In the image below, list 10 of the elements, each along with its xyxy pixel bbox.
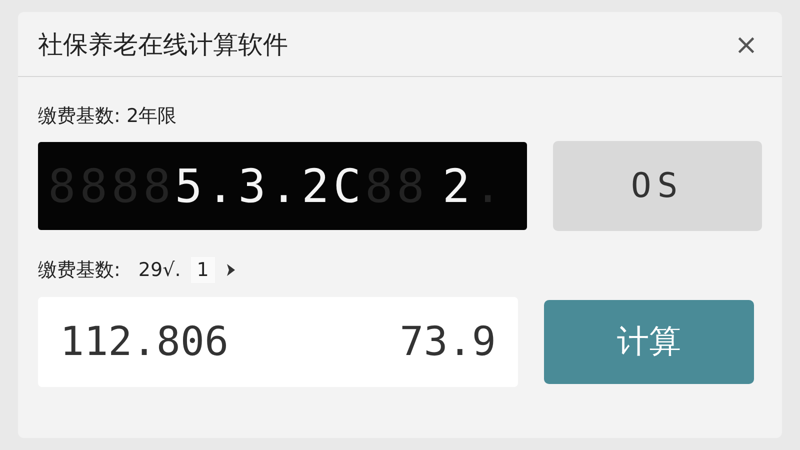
window-title: 社保养老在线计算软件 [38, 28, 288, 60]
chevron-right-icon[interactable] [224, 263, 237, 277]
field-label: 缴费基数: 2年限 [38, 104, 177, 129]
input-field[interactable]: 112.806 73.9 [38, 297, 518, 387]
ratio-text: 29√. [138, 259, 181, 281]
field-label: 缴费基数: [38, 258, 120, 283]
close-button[interactable]: × [730, 28, 762, 60]
calculate-button[interactable]: 计算 [544, 300, 754, 384]
os-button[interactable]: OS [552, 141, 762, 231]
step-value[interactable]: 1 [190, 257, 215, 283]
